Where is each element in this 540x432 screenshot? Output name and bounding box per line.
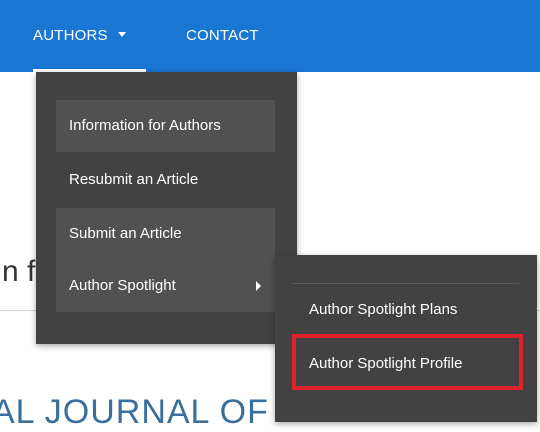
submenu-item-author-spotlight-plans[interactable]: Author Spotlight Plans (309, 301, 457, 318)
caret-down-icon (117, 31, 126, 37)
submenu-item-author-spotlight-profile[interactable]: Author Spotlight Profile (309, 355, 462, 372)
menu-item-information-for-authors[interactable]: Information for Authors (56, 100, 275, 152)
menu-item-author-spotlight[interactable]: Author Spotlight (56, 260, 275, 312)
top-navbar: AUTHORS CONTACT (0, 0, 540, 72)
authors-dropdown-menu: Information for Authors Resubmit an Arti… (36, 72, 297, 344)
background-heading-fragment: n f (2, 255, 36, 288)
menu-item-author-spotlight-label: Author Spotlight (69, 277, 176, 294)
author-spotlight-submenu: Author Spotlight Plans Author Spotlight … (275, 255, 537, 422)
nav-contact[interactable]: CONTACT (186, 0, 259, 72)
chevron-right-icon (256, 281, 261, 291)
nav-authors-label: AUTHORS (33, 27, 108, 44)
menu-item-resubmit-article[interactable]: Resubmit an Article (56, 154, 275, 206)
menu-item-submit-article[interactable]: Submit an Article (56, 208, 275, 260)
submenu-divider (293, 283, 519, 284)
nav-authors[interactable]: AUTHORS (33, 0, 126, 72)
background-journal-title: AL JOURNAL OF (0, 393, 269, 431)
